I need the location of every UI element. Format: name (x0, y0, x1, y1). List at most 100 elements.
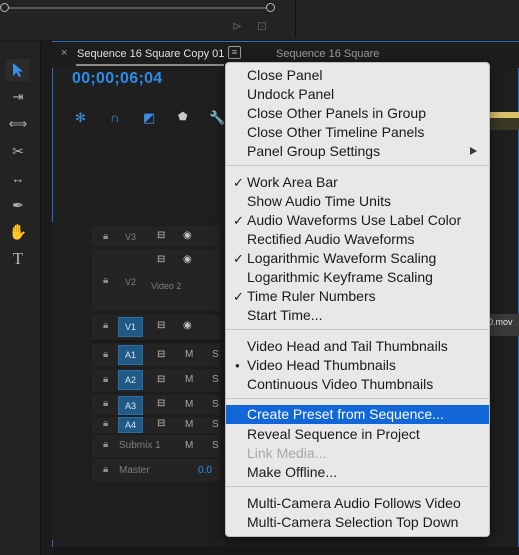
menu-item-panel-group-settings[interactable]: Panel Group Settings (226, 142, 489, 161)
track-name-video-2: Video 2 (151, 281, 182, 291)
menu-item-label: Audio Waveforms Use Label Color (247, 212, 462, 228)
checkmark-icon: ✓ (233, 175, 244, 190)
close-tab-icon[interactable]: × (61, 47, 67, 59)
menu-item-log-waveform-scaling[interactable]: ✓ Logarithmic Waveform Scaling (226, 249, 489, 268)
lock-icon[interactable]: 🔒︎ (103, 418, 108, 429)
sync-lock-icon[interactable]: ⊟ (157, 254, 165, 265)
sync-lock-icon[interactable]: ⊟ (157, 230, 165, 241)
menu-item-time-ruler-numbers[interactable]: ✓ Time Ruler Numbers (226, 287, 489, 306)
in-point-handle[interactable] (0, 3, 9, 12)
menu-item-start-time[interactable]: Start Time... (226, 306, 489, 325)
sync-lock-icon[interactable]: ⊟ (157, 320, 165, 331)
mute-button[interactable]: M (185, 419, 193, 430)
track-label-v3[interactable]: V3 (125, 232, 136, 242)
solo-button[interactable]: S (212, 399, 219, 410)
snap-icon[interactable]: ✻ (75, 110, 86, 126)
video-audio-divider (92, 341, 230, 342)
type-tool-icon[interactable]: T (6, 248, 30, 270)
hand-tool-icon[interactable]: ✋ (6, 221, 30, 243)
track-target-a3[interactable]: A3 (118, 396, 143, 415)
pen-tool-icon[interactable]: ✒ (6, 194, 30, 216)
menu-item-create-preset[interactable]: Create Preset from Sequence... (226, 405, 489, 424)
menu-item-head-thumbnails[interactable]: ● Video Head Thumbnails (226, 356, 489, 375)
menu-item-head-tail-thumbnails[interactable]: Video Head and Tail Thumbnails (226, 337, 489, 356)
track-header-a1 (92, 344, 220, 367)
ripple-edit-tool-icon[interactable]: ⟺ (6, 113, 30, 135)
solo-button[interactable]: S (212, 374, 219, 385)
checkmark-icon: ✓ (233, 213, 244, 228)
linked-selection-icon[interactable]: ∩ (110, 110, 119, 125)
track-header-v2 (92, 249, 220, 311)
playhead-scrub-bar[interactable] (4, 7, 270, 9)
checkmark-icon: ✓ (233, 251, 244, 266)
track-target-a4[interactable]: A4 (118, 417, 143, 433)
lock-icon[interactable]: 🔒︎ (103, 320, 108, 331)
mute-button[interactable]: M (185, 440, 193, 451)
sync-lock-icon[interactable]: ⊟ (157, 398, 165, 409)
sync-lock-icon[interactable]: ⊟ (157, 418, 165, 429)
solo-button[interactable]: S (212, 349, 219, 360)
lock-icon[interactable]: 🔒︎ (103, 374, 108, 385)
add-marker-icon[interactable]: ◩ (143, 110, 155, 126)
menu-separator (226, 165, 489, 166)
solo-button[interactable]: S (212, 419, 219, 430)
mute-button[interactable]: M (185, 399, 193, 410)
menu-item-rectified-waveforms[interactable]: Rectified Audio Waveforms (226, 230, 489, 249)
menu-item-close-other-timelines[interactable]: Close Other Timeline Panels (226, 123, 489, 142)
timeline-horizontal-scrollbar[interactable] (52, 547, 519, 555)
menu-item-work-area-bar[interactable]: ✓ Work Area Bar (226, 173, 489, 192)
track-select-tool-icon[interactable]: ⇥ (6, 86, 30, 108)
active-tab-indicator (76, 64, 224, 66)
menu-item-close-panel[interactable]: Close Panel (226, 66, 489, 85)
eye-icon[interactable]: ◉ (183, 254, 192, 265)
menu-item-audio-waveforms-label-color[interactable]: ✓ Audio Waveforms Use Label Color (226, 211, 489, 230)
panel-context-menu: Close Panel Undock Panel Close Other Pan… (225, 62, 490, 537)
playhead-timecode[interactable]: 00;00;06;04 (72, 70, 162, 88)
tab-sequence-square[interactable]: Sequence 16 Square (276, 48, 379, 60)
lock-icon[interactable]: 🔒︎ (103, 439, 108, 450)
menu-item-make-offline[interactable]: Make Offline... (226, 463, 489, 482)
panel-menu-icon[interactable]: ≡ (228, 46, 241, 59)
solo-button[interactable]: S (212, 440, 219, 451)
sync-lock-icon[interactable]: ⊟ (157, 349, 165, 360)
sync-lock-icon[interactable]: ⊟ (157, 374, 165, 385)
track-label-v2[interactable]: V2 (125, 277, 136, 287)
menu-item-multicam-selection-top-down[interactable]: Multi-Camera Selection Top Down (226, 513, 489, 532)
checkmark-icon: ✓ (233, 289, 244, 304)
menu-item-multicam-audio-follows[interactable]: Multi-Camera Audio Follows Video (226, 494, 489, 513)
settings-wrench-icon[interactable]: 🔧 (209, 110, 225, 126)
lock-icon[interactable]: 🔒︎ (103, 398, 108, 409)
menu-item-label: Time Ruler Numbers (247, 288, 376, 304)
eye-icon[interactable]: ◉ (183, 320, 192, 331)
menu-item-close-other-panels[interactable]: Close Other Panels in Group (226, 104, 489, 123)
mute-button[interactable]: M (185, 374, 193, 385)
menu-item-show-audio-time-units[interactable]: Show Audio Time Units (226, 192, 489, 211)
lock-icon[interactable]: 🔒︎ (103, 349, 108, 360)
lock-icon[interactable]: 🔒︎ (103, 275, 108, 286)
menu-item-continuous-thumbnails[interactable]: Continuous Video Thumbnails (226, 375, 489, 394)
selection-tool-icon[interactable] (6, 59, 30, 81)
lock-icon[interactable]: 🔒︎ (103, 231, 108, 242)
eye-icon[interactable]: ◉ (183, 230, 192, 241)
lock-icon[interactable]: 🔒︎ (103, 464, 108, 475)
track-target-v1[interactable]: V1 (118, 317, 143, 337)
export-frame-icon[interactable]: ⊡ (257, 19, 267, 33)
master-volume-value[interactable]: 0.0 (198, 465, 212, 476)
tab-sequence-copy[interactable]: Sequence 16 Square Copy 01 (77, 48, 224, 60)
razor-tool-icon[interactable]: ✂ (6, 140, 30, 162)
menu-item-undock-panel[interactable]: Undock Panel (226, 85, 489, 104)
menu-item-label: Video Head Thumbnails (247, 357, 396, 373)
slip-tool-icon[interactable]: ↔ (6, 167, 30, 189)
video-clip[interactable]: 0.mov (488, 314, 519, 336)
track-header-v1 (92, 315, 220, 339)
insert-icon[interactable]: ⊳ (232, 19, 242, 33)
submenu-arrow-icon (470, 147, 477, 155)
track-target-a2[interactable]: A2 (118, 370, 143, 390)
marker-icon[interactable]: ⬟ (178, 110, 188, 123)
menu-item-reveal-sequence[interactable]: Reveal Sequence in Project (226, 425, 489, 444)
menu-item-log-keyframe-scaling[interactable]: Logarithmic Keyframe Scaling (226, 268, 489, 287)
work-area-bar[interactable] (488, 112, 519, 118)
mute-button[interactable]: M (185, 349, 193, 360)
out-point-handle[interactable] (266, 3, 275, 12)
track-target-a1[interactable]: A1 (118, 345, 143, 365)
